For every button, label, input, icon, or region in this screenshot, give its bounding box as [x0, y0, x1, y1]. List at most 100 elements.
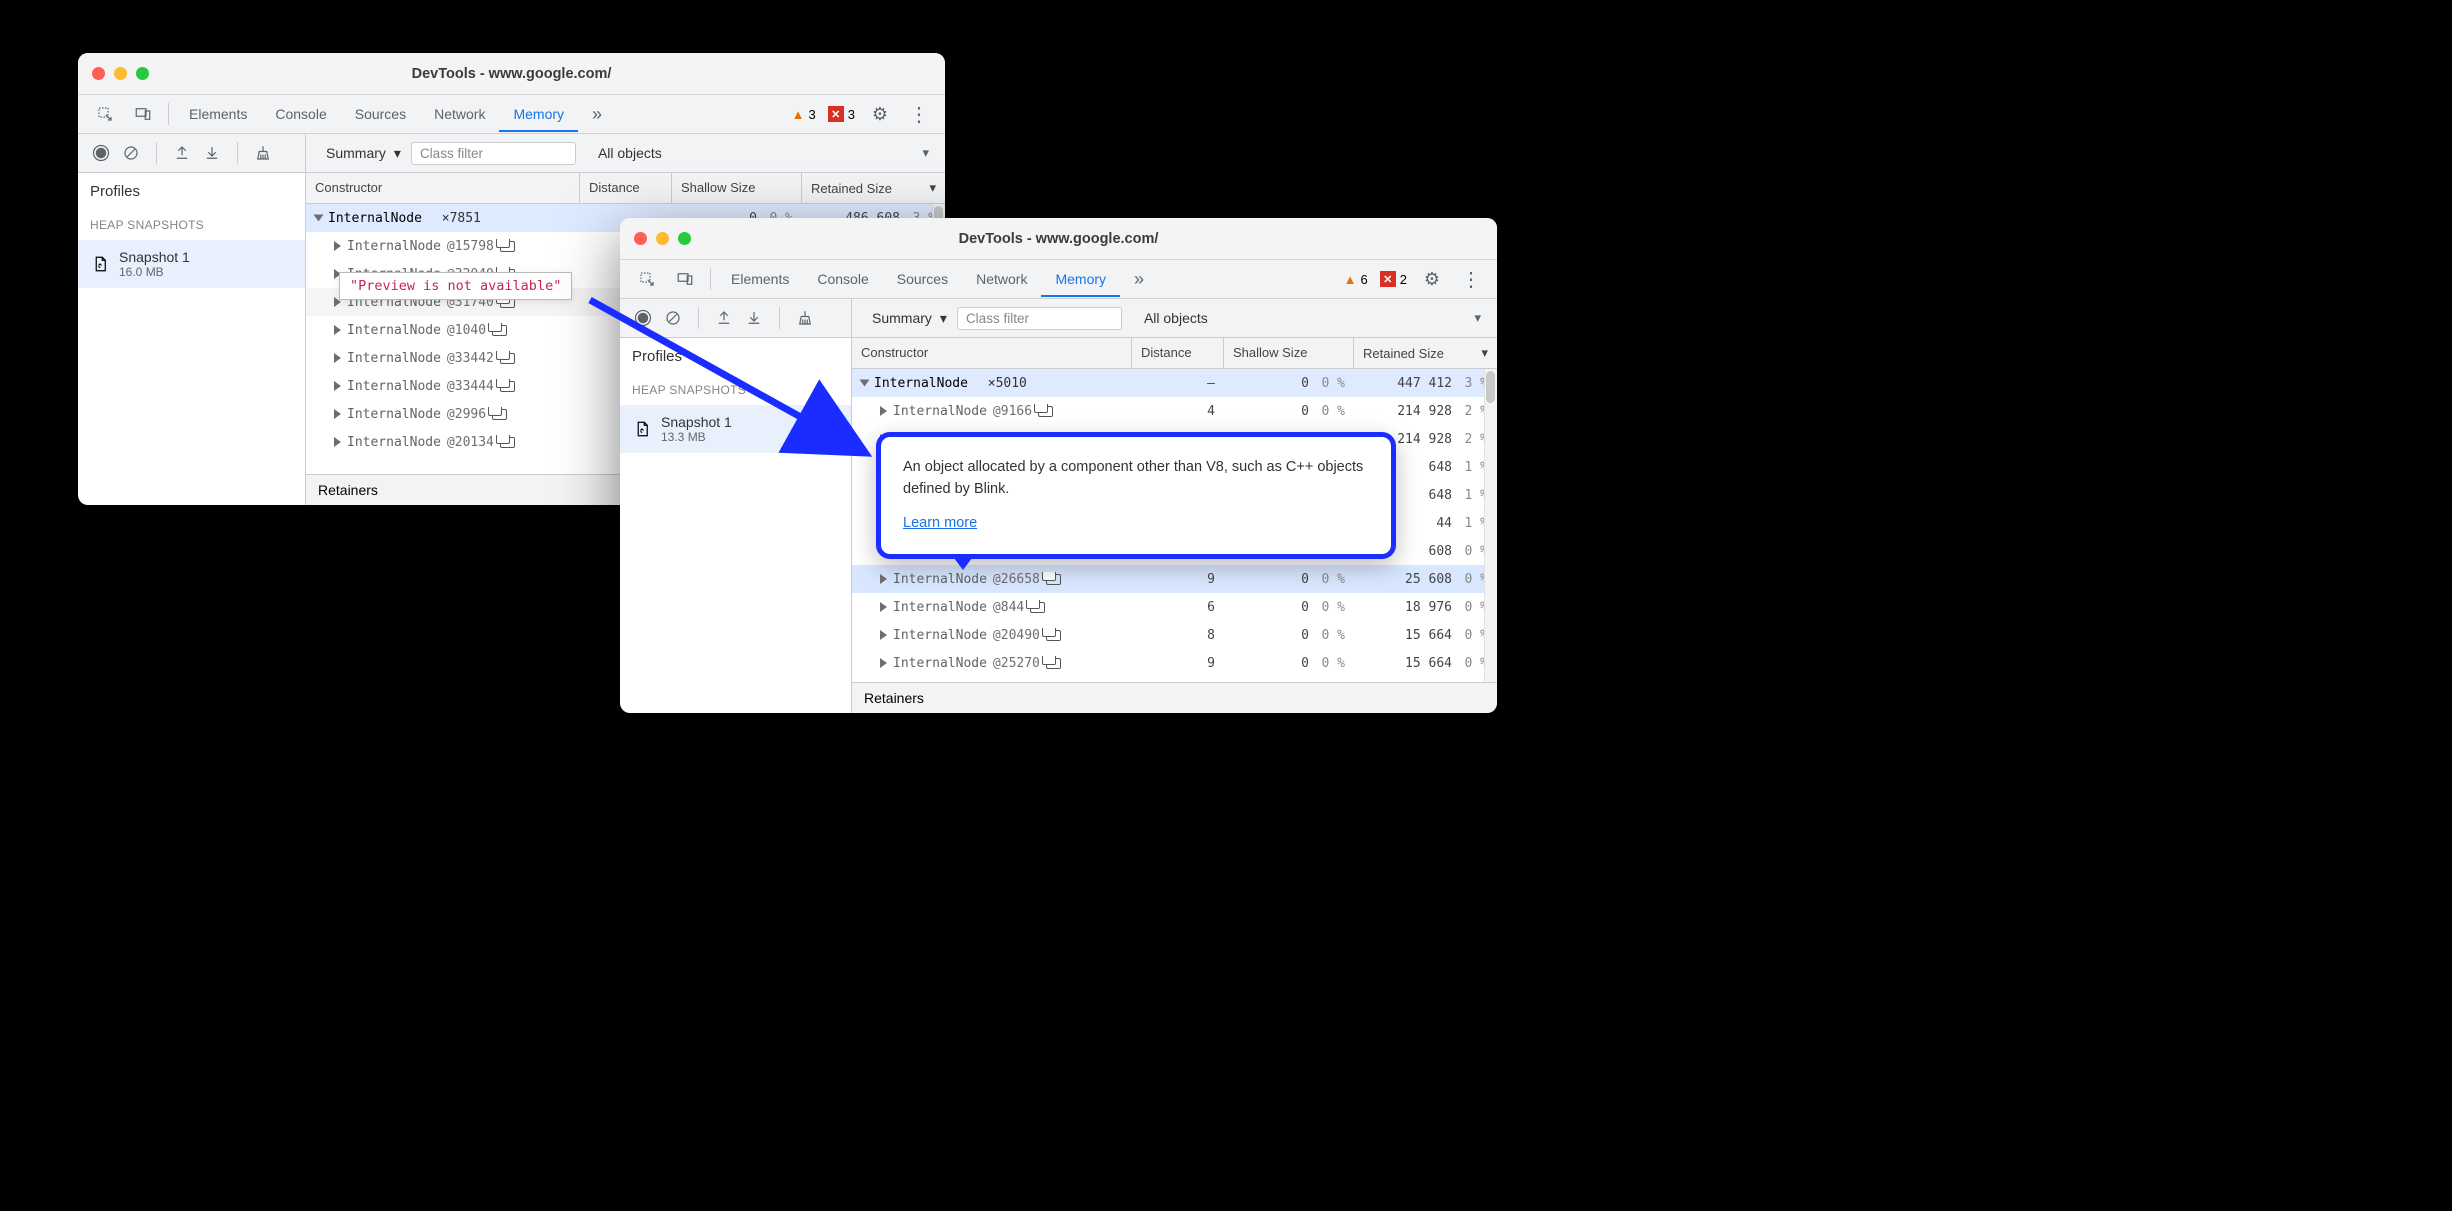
zoom-icon[interactable]: [678, 232, 691, 245]
device-icon[interactable]: [124, 105, 162, 123]
clear-icon[interactable]: [116, 138, 146, 168]
tab-memory[interactable]: Memory: [499, 96, 578, 132]
inspect-icon[interactable]: [86, 105, 124, 123]
object-id: @15798: [447, 239, 494, 254]
file-icon: [633, 420, 651, 438]
table-row[interactable]: InternalNode @20490 800 %15 6640 %: [852, 621, 1497, 649]
table-row[interactable]: InternalNode @25270 900 %15 6640 %: [852, 649, 1497, 677]
constructor-name: InternalNode: [347, 379, 441, 394]
settings-gear-icon[interactable]: ⚙: [1413, 269, 1451, 290]
record-icon[interactable]: [628, 303, 658, 333]
clear-icon[interactable]: [658, 303, 688, 333]
kebab-menu-icon[interactable]: ⋮: [1451, 267, 1489, 292]
tab-console[interactable]: Console: [261, 96, 340, 132]
warning-triangle-icon: ▲: [792, 107, 805, 122]
tab-elements[interactable]: Elements: [717, 261, 803, 297]
col-shallow[interactable]: Shallow Size: [1224, 338, 1354, 368]
scrollbar[interactable]: [1484, 369, 1497, 682]
table-row[interactable]: InternalNode @844 600 %18 9760 %: [852, 593, 1497, 621]
retainers-panel-header[interactable]: Retainers: [852, 682, 1497, 713]
warnings-badge[interactable]: ▲ 3: [792, 107, 816, 122]
constructor-name: InternalNode: [893, 656, 987, 671]
constructor-name: InternalNode: [893, 404, 987, 419]
col-distance[interactable]: Distance: [1132, 338, 1224, 368]
settings-gear-icon[interactable]: ⚙: [861, 104, 899, 125]
broom-icon[interactable]: [790, 303, 820, 333]
object-id: @2996: [447, 407, 486, 422]
element-icon: [500, 353, 515, 364]
tab-console[interactable]: Console: [803, 261, 882, 297]
devtools-tabs: Elements Console Sources Network Memory …: [620, 260, 1497, 299]
upload-icon[interactable]: [167, 138, 197, 168]
col-retained[interactable]: Retained Size▾: [1354, 338, 1497, 368]
record-icon[interactable]: [86, 138, 116, 168]
tab-memory[interactable]: Memory: [1041, 261, 1120, 297]
learn-more-link[interactable]: Learn more: [903, 515, 977, 531]
errors-badge[interactable]: ✕ 2: [1380, 271, 1407, 287]
kebab-menu-icon[interactable]: ⋮: [899, 102, 937, 127]
inspect-icon[interactable]: [628, 270, 666, 288]
more-tabs-icon[interactable]: »: [1120, 269, 1158, 290]
retained-size: 15 664: [1405, 656, 1452, 671]
window-titlebar: DevTools - www.google.com/: [78, 53, 945, 95]
constructor-name: InternalNode: [347, 323, 441, 338]
close-icon[interactable]: [634, 232, 647, 245]
retained-size: 648: [1429, 488, 1452, 503]
chevron-down-icon[interactable]: ▾: [922, 145, 929, 161]
tab-sources[interactable]: Sources: [883, 261, 962, 297]
retained-size: 214 928: [1397, 432, 1452, 447]
minimize-icon[interactable]: [114, 67, 127, 80]
col-distance[interactable]: Distance: [580, 173, 672, 203]
tab-elements[interactable]: Elements: [175, 96, 261, 132]
shallow-pct: 0 %: [1309, 376, 1345, 391]
class-filter-input[interactable]: Class filter: [411, 142, 576, 165]
distance-cell: 8: [1132, 628, 1224, 643]
warnings-count: 6: [1361, 272, 1368, 287]
file-icon: [91, 255, 109, 273]
summary-select[interactable]: Summary ▾: [862, 310, 957, 327]
shallow-size: 0: [1301, 628, 1309, 643]
close-icon[interactable]: [92, 67, 105, 80]
class-filter-input[interactable]: Class filter: [957, 307, 1122, 330]
sidebar-item-snapshot[interactable]: Snapshot 1 13.3 MB: [620, 405, 851, 453]
constructor-name: InternalNode: [347, 351, 441, 366]
chevron-right-icon: [334, 409, 341, 419]
preview-tooltip: "Preview is not available": [339, 272, 572, 300]
minimize-icon[interactable]: [656, 232, 669, 245]
broom-icon[interactable]: [248, 138, 278, 168]
snapshot-name: Snapshot 1: [661, 414, 732, 430]
sidebar-item-snapshot[interactable]: Snapshot 1 16.0 MB: [78, 240, 305, 288]
tab-network[interactable]: Network: [420, 96, 499, 132]
upload-icon[interactable]: [709, 303, 739, 333]
tab-sources[interactable]: Sources: [341, 96, 420, 132]
retained-pct: 0 %: [1452, 600, 1488, 615]
element-icon: [1046, 658, 1061, 669]
shallow-size: 0: [1301, 600, 1309, 615]
col-constructor[interactable]: Constructor: [852, 338, 1132, 368]
warnings-badge[interactable]: ▲ 6: [1344, 272, 1368, 287]
retained-size: 15 664: [1405, 628, 1452, 643]
error-square-icon: ✕: [828, 106, 844, 122]
table-row[interactable]: InternalNode @26658 900 %25 6080 %: [852, 565, 1497, 593]
errors-badge[interactable]: ✕ 3: [828, 106, 855, 122]
constructor-name: InternalNode: [893, 628, 987, 643]
zoom-icon[interactable]: [136, 67, 149, 80]
tab-network[interactable]: Network: [962, 261, 1041, 297]
summary-select[interactable]: Summary ▾: [316, 145, 411, 162]
constructor-group-row[interactable]: InternalNode ×5010 – 00 % 447 4123 %: [852, 369, 1497, 397]
profiles-heading: Profiles: [620, 338, 851, 375]
all-objects-select[interactable]: All objects: [588, 145, 672, 161]
download-icon[interactable]: [197, 138, 227, 168]
col-retained[interactable]: Retained Size▾: [802, 173, 945, 203]
window-titlebar: DevTools - www.google.com/: [620, 218, 1497, 260]
column-headers: Constructor Distance Shallow Size Retain…: [306, 173, 945, 204]
device-icon[interactable]: [666, 270, 704, 288]
col-shallow[interactable]: Shallow Size: [672, 173, 802, 203]
more-tabs-icon[interactable]: »: [578, 104, 616, 125]
table-row[interactable]: InternalNode @9166 400 %214 9282 %: [852, 397, 1497, 425]
col-constructor[interactable]: Constructor: [306, 173, 580, 203]
chevron-down-icon[interactable]: ▾: [1474, 310, 1481, 326]
shallow-pct: 0 %: [1309, 572, 1345, 587]
download-icon[interactable]: [739, 303, 769, 333]
all-objects-select[interactable]: All objects: [1134, 310, 1218, 326]
